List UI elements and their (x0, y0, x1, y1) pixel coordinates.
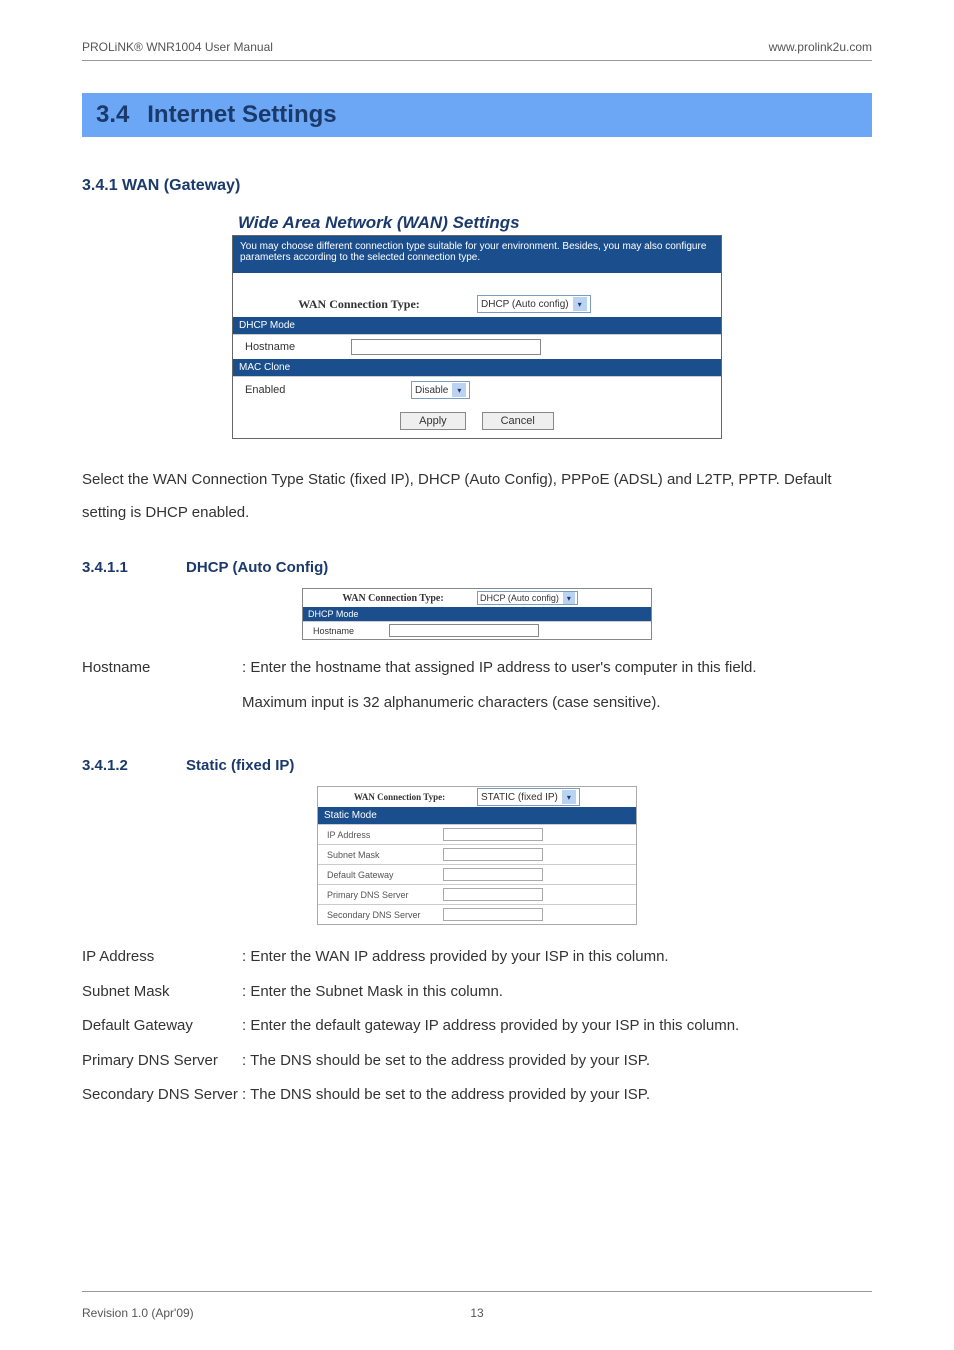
dropdown-arrow-icon: ▾ (563, 592, 575, 604)
enabled-select[interactable]: Disable ▾ (411, 381, 470, 399)
sub-3-4-1-1: 3.4.1.1 DHCP (Auto Config) (82, 559, 872, 576)
static-desc-row: Primary DNS Server: The DNS should be se… (82, 1047, 872, 1076)
body-text-1: Select the WAN Connection Type Static (f… (82, 463, 872, 529)
static-desc-row: Subnet Mask: Enter the Subnet Mask in th… (82, 978, 872, 1007)
small-conn-type-label: WAN Connection Type: (309, 593, 477, 604)
dropdown-arrow-icon: ▾ (452, 383, 466, 397)
subnet-mask-input[interactable] (443, 848, 543, 861)
hostname-term: Hostname (82, 654, 242, 683)
wan-description: You may choose different connection type… (233, 236, 721, 273)
footer-left: Revision 1.0 (Apr'09) (82, 1306, 194, 1320)
static-desc-row: IP Address: Enter the WAN IP address pro… (82, 943, 872, 972)
small-hostname-input[interactable] (389, 624, 539, 637)
secondary-dns-input[interactable] (443, 908, 543, 921)
static-row-label: Subnet Mask (323, 850, 443, 860)
wan-panel-main: You may choose different connection type… (232, 235, 722, 439)
hostname-def-cont: Maximum input is 32 alphanumeric charact… (242, 689, 872, 718)
section-number: 3.4 (96, 101, 129, 128)
small-dhcp-mode: DHCP Mode (303, 607, 651, 621)
hostname-input[interactable] (351, 339, 541, 355)
sub-3-4-1-2: 3.4.1.2 Static (fixed IP) (82, 757, 872, 774)
static-conn-type-select[interactable]: STATIC (fixed IP) ▾ (477, 788, 580, 806)
conn-type-value: DHCP (Auto config) (481, 299, 569, 310)
header-right: www.prolink2u.com (769, 40, 872, 54)
static-row-label: Primary DNS Server (323, 890, 443, 900)
static-conn-type-label: WAN Connection Type: (322, 792, 477, 802)
mac-clone-section: MAC Clone (233, 359, 721, 376)
hostname-def: : Enter the hostname that assigned IP ad… (242, 654, 872, 683)
apply-button[interactable]: Apply (400, 412, 466, 430)
static-row-label: Default Gateway (323, 870, 443, 880)
enabled-label: Enabled (241, 384, 351, 396)
static-row-label: IP Address (323, 830, 443, 840)
dhcp-small-panel: WAN Connection Type: DHCP (Auto config) … (302, 588, 652, 640)
static-mode-section: Static Mode (318, 807, 636, 824)
small-hostname-label: Hostname (309, 626, 389, 636)
conn-type-label: WAN Connection Type: (241, 297, 477, 312)
conn-type-select[interactable]: DHCP (Auto config) ▾ (477, 295, 591, 313)
section-title: Internet Settings (147, 101, 336, 128)
primary-dns-input[interactable] (443, 888, 543, 901)
sub-3-4-1: 3.4.1 WAN (Gateway) (82, 177, 872, 195)
enabled-value: Disable (415, 385, 448, 396)
cancel-button[interactable]: Cancel (482, 412, 554, 430)
dhcp-mode-section: DHCP Mode (233, 317, 721, 334)
header-left: PROLiNK® WNR1004 User Manual (82, 40, 273, 54)
static-desc-row: Secondary DNS Server: The DNS should be … (82, 1081, 872, 1110)
hostname-desc-row: Hostname : Enter the hostname that assig… (82, 654, 872, 683)
static-row-label: Secondary DNS Server (323, 910, 443, 920)
default-gateway-input[interactable] (443, 868, 543, 881)
dropdown-arrow-icon: ▾ (573, 297, 587, 311)
page-number: 13 (470, 1306, 483, 1320)
hostname-label: Hostname (241, 341, 351, 353)
static-panel: WAN Connection Type: STATIC (fixed IP) ▾… (317, 786, 637, 925)
footer-rule (82, 1291, 872, 1292)
static-desc-row: Default Gateway: Enter the default gatew… (82, 1012, 872, 1041)
ip-address-input[interactable] (443, 828, 543, 841)
section-banner: 3.4 Internet Settings (82, 93, 872, 137)
header-rule (82, 60, 872, 61)
dropdown-arrow-icon: ▾ (562, 790, 576, 804)
small-conn-type-select[interactable]: DHCP (Auto config) ▾ (477, 591, 578, 605)
wan-heading: Wide Area Network (WAN) Settings (232, 209, 722, 235)
